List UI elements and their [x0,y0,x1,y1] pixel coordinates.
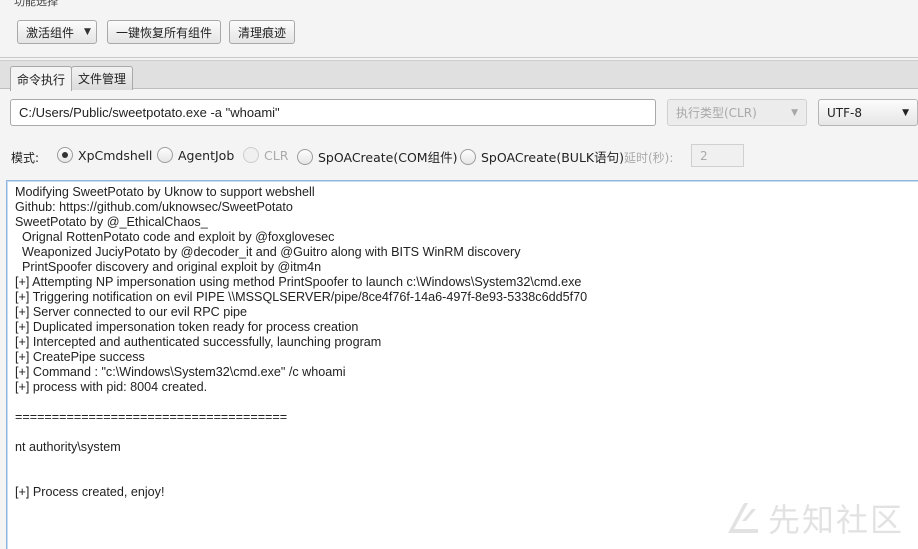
output-line: nt authority\system [15,440,121,454]
exec-type-select[interactable]: 执行类型(CLR) ▼ [667,99,807,126]
radio-unchecked-icon [297,148,313,165]
mode-option-label: SpOACreate(COM组件) [318,150,458,165]
watermark-text: 先知社区 [767,501,904,539]
group-title: 功能选择 [14,0,58,8]
output-line: PrintSpoofer discovery and original expl… [15,260,322,274]
delay-input[interactable]: 2 [691,144,744,167]
chevron-down-icon: ▼ [791,107,798,118]
function-select-group: 功能选择 激活组件 ▼ 一键恢复所有组件 清理痕迹 [0,0,918,58]
mode-option-label: AgentJob [178,147,235,163]
output-line: [+] Intercepted and authenticated succes… [15,335,382,349]
radio-unchecked-icon [157,147,173,163]
mode-option-label: CLR [264,147,289,163]
tab-command-exec[interactable]: 命令执行 [10,66,73,91]
activate-component-button[interactable]: 激活组件 ▼ [17,20,97,44]
encoding-select[interactable]: UTF-8 ▼ [818,99,918,126]
output-line: [+] Command : "c:\Windows\System32\cmd.e… [15,365,346,379]
chevron-down-icon: ▼ [902,107,909,118]
mode-radio-xpcmdshell[interactable]: XpCmdshell [57,147,152,163]
command-input[interactable] [10,99,656,126]
mode-radio-spoacreate-com[interactable]: SpOACreate(COM组件) [297,147,457,166]
exec-type-value: 执行类型(CLR) [676,106,757,120]
output-line: Modifying SweetPotato by Uknow to suppor… [15,185,315,199]
mode-row: 模式: XpCmdshell AgentJob CLR SpOACreate(C… [0,144,918,168]
output-line: SweetPotato by @_EthicalChaos_ [15,215,208,229]
delay-label: 延时(秒): [624,151,674,165]
mode-label: 模式: [11,151,40,165]
output-line: [+] process with pid: 8004 created. [15,380,208,394]
output-line: [+] Duplicated impersonation token ready… [15,320,359,334]
output-lines: Modifying SweetPotato by Uknow to suppor… [15,185,911,500]
clean-traces-button[interactable]: 清理痕迹 [229,20,296,44]
output-line: ===================================== [15,410,288,424]
activate-component-label: 激活组件 [26,25,75,40]
output-line: [+] Server connected to our evil RPC pip… [15,305,248,319]
mode-radio-agentjob[interactable]: AgentJob [157,147,234,163]
tab-file-manager[interactable]: 文件管理 [71,66,134,90]
chevron-down-icon: ▼ [84,27,91,37]
output-line: [+] CreatePipe success [15,350,145,364]
watermark-logo-icon [727,503,758,533]
radio-unchecked-icon [460,148,476,165]
mode-option-label: XpCmdshell [78,147,153,163]
mode-radio-clr[interactable]: CLR [243,147,288,163]
output-line: Github: https://github.com/uknowsec/Swee… [15,200,293,214]
restore-all-components-button[interactable]: 一键恢复所有组件 [107,20,222,44]
mode-option-label: SpOACreate(BULK语句) [481,150,624,165]
mode-radio-spoacreate-bulk[interactable]: SpOACreate(BULK语句) [460,147,624,166]
tab-strip: 命令执行 文件管理 [0,60,918,91]
watermark: 先知社区 [724,495,904,541]
encoding-value: UTF-8 [827,105,862,120]
output-line: Weaponized JuciyPotato by @decoder_it an… [15,245,521,259]
output-line: Orignal RottenPotato code and exploit by… [15,230,335,244]
radio-unchecked-icon [243,147,259,163]
output-line: [+] Attempting NP impersonation using me… [15,275,582,289]
output-textarea[interactable]: Modifying SweetPotato by Uknow to suppor… [6,180,918,549]
output-line: [+] Triggering notification on evil PIPE… [15,290,588,304]
radio-checked-icon [57,147,73,163]
